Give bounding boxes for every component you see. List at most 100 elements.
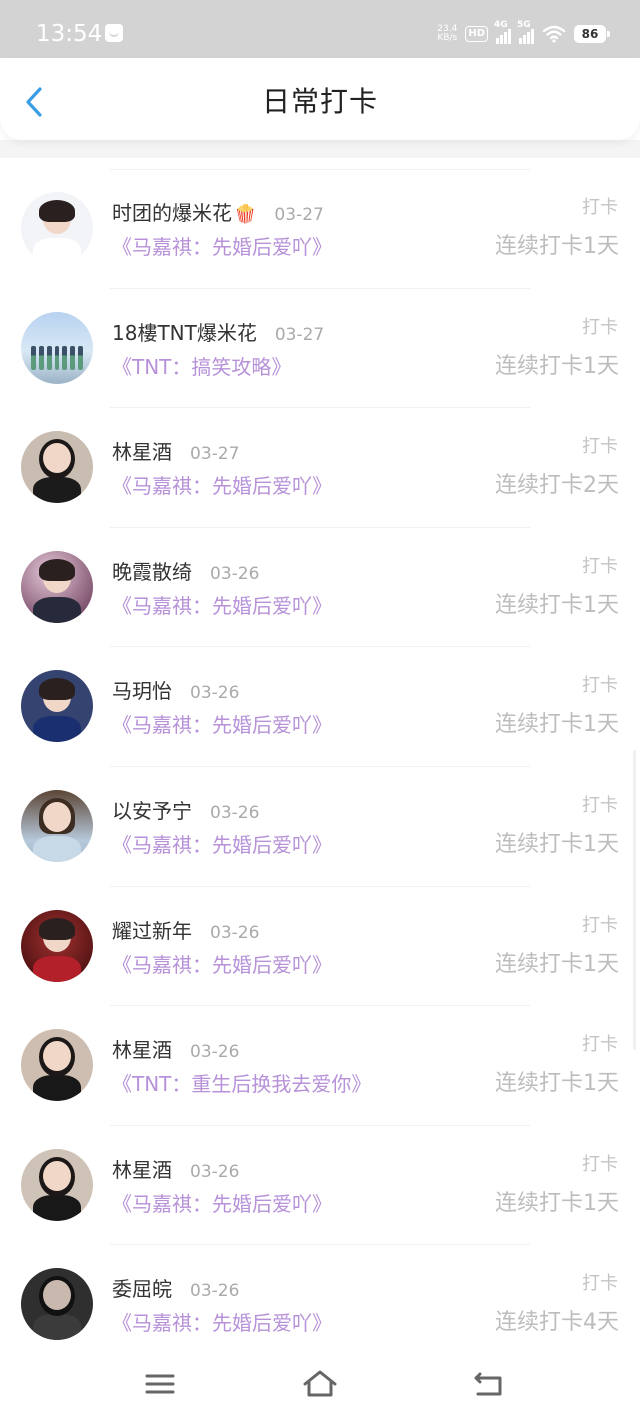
- list-item[interactable]: 林星酒 03-26 《马嘉祺：先婚后爱吖》 打卡 连续打卡1天: [0, 1126, 640, 1246]
- checkin-date: 03-26: [190, 683, 240, 704]
- book-title-link[interactable]: 《马嘉祺：先婚后爱吖》: [112, 831, 332, 859]
- book-title-link[interactable]: 《马嘉祺：先婚后爱吖》: [112, 233, 332, 261]
- avatar[interactable]: [21, 192, 93, 264]
- checkin-button[interactable]: 打卡: [582, 793, 618, 819]
- user-line: 委屈皖 03-26: [112, 1275, 239, 1305]
- streak-label: 连续打卡1天: [495, 592, 619, 618]
- network-speed-unit: KB/s: [437, 33, 458, 43]
- hd-voice-icon: HD: [465, 26, 488, 42]
- list-item[interactable]: 18樓TNT爆米花 03-27 《TNT：搞笑攻略》 打卡 连续打卡1天: [0, 289, 640, 409]
- user-line: 晚霞散绮 03-26: [112, 558, 259, 588]
- checkin-date: 03-26: [190, 1281, 240, 1302]
- scrollbar[interactable]: [633, 750, 636, 1050]
- book-title-link[interactable]: 《马嘉祺：先婚后爱吖》: [112, 1190, 332, 1218]
- checkin-button[interactable]: 打卡: [582, 554, 618, 580]
- list-item[interactable]: 委屈皖 03-26 《马嘉祺：先婚后爱吖》 打卡 连续打卡4天: [0, 1245, 640, 1365]
- checkin-date: 03-26: [210, 563, 260, 584]
- book-title-link[interactable]: 《马嘉祺：先婚后爱吖》: [112, 472, 332, 500]
- streak-label: 连续打卡1天: [495, 1190, 619, 1216]
- signal-5g-icon: 5G: [517, 20, 534, 44]
- avatar[interactable]: [21, 550, 93, 623]
- streak-label: 连续打卡1天: [495, 1071, 619, 1097]
- book-title-link[interactable]: 《马嘉祺：先婚后爱吖》: [112, 951, 332, 979]
- page-header: 日常打卡: [0, 58, 640, 140]
- checkin-date: 03-26: [190, 1042, 240, 1063]
- checkin-button[interactable]: 打卡: [582, 434, 618, 460]
- user-line: 林星酒 03-26: [112, 1156, 239, 1186]
- avatar[interactable]: [21, 909, 93, 982]
- avatar[interactable]: [21, 789, 93, 862]
- user-name[interactable]: 林星酒: [112, 1036, 172, 1064]
- status-bar: 13:54 23.4 KB/s HD 4G 5G 86: [0, 0, 640, 58]
- avatar[interactable]: [21, 670, 93, 743]
- checkin-date: 03-27: [190, 444, 240, 465]
- user-name[interactable]: 时团的爆米花: [112, 199, 232, 227]
- popcorn-emoji: 🍿: [234, 204, 257, 225]
- book-title-link[interactable]: 《马嘉祺：先婚后爱吖》: [112, 1309, 332, 1337]
- checkin-button[interactable]: 打卡: [582, 1032, 618, 1058]
- checkin-button[interactable]: 打卡: [582, 315, 618, 341]
- user-name[interactable]: 林星酒: [112, 438, 172, 466]
- streak-label: 连续打卡2天: [495, 473, 619, 499]
- list-item[interactable]: 林星酒 03-27 《马嘉祺：先婚后爱吖》 打卡 连续打卡2天: [0, 408, 640, 528]
- signal-5g-label: 5G: [517, 20, 531, 30]
- menu-icon[interactable]: [140, 1368, 180, 1400]
- user-line: 耀过新年 03-26: [112, 917, 259, 947]
- user-name[interactable]: 以安予宁: [112, 797, 192, 825]
- avatar[interactable]: [21, 1148, 93, 1221]
- return-icon[interactable]: [468, 1368, 508, 1400]
- user-name[interactable]: 林星酒: [112, 1156, 172, 1184]
- list-item[interactable]: 时团的爆米花 🍿 03-27 《马嘉祺：先婚后爱吖》 打卡 连续打卡1天: [0, 169, 640, 289]
- checkin-date: 03-26: [210, 802, 260, 823]
- streak-label: 连续打卡4天: [495, 1310, 619, 1336]
- user-name[interactable]: 18樓TNT爆米花: [112, 319, 257, 347]
- list-item[interactable]: 马玥怡 03-26 《马嘉祺：先婚后爱吖》 打卡 连续打卡1天: [0, 647, 640, 767]
- user-name[interactable]: 马玥怡: [112, 677, 172, 705]
- checkin-button[interactable]: 打卡: [582, 673, 618, 699]
- signal-4g-label: 4G: [494, 20, 508, 30]
- checkin-date: 03-26: [210, 922, 260, 943]
- user-name[interactable]: 耀过新年: [112, 917, 192, 945]
- checkin-date: 03-27: [274, 324, 325, 345]
- streak-label: 连续打卡1天: [495, 353, 619, 379]
- checkin-button[interactable]: 打卡: [582, 195, 618, 221]
- book-title-link[interactable]: 《TNT：重生后换我去爱你》: [112, 1070, 371, 1098]
- battery-icon: 86: [574, 25, 610, 43]
- streak-label: 连续打卡1天: [495, 951, 619, 977]
- checkin-date: 03-26: [190, 1161, 240, 1182]
- book-title-link[interactable]: 《马嘉祺：先婚后爱吖》: [112, 711, 332, 739]
- list-item[interactable]: 耀过新年 03-26 《马嘉祺：先婚后爱吖》 打卡 连续打卡1天: [0, 887, 640, 1007]
- page-title: 日常打卡: [261, 85, 378, 118]
- status-indicators: 23.4 KB/s HD 4G 5G 86: [437, 20, 610, 46]
- user-line: 时团的爆米花 🍿 03-27: [112, 199, 324, 229]
- streak-label: 连续打卡1天: [495, 831, 619, 857]
- user-line: 林星酒 03-26: [112, 1036, 239, 1066]
- wifi-icon: [542, 25, 566, 43]
- checkin-button[interactable]: 打卡: [582, 913, 618, 939]
- checkin-list: 时团的爆米花 🍿 03-27 《马嘉祺：先婚后爱吖》 打卡 连续打卡1天 18樓…: [0, 169, 640, 1365]
- home-icon[interactable]: [300, 1368, 340, 1400]
- list-item[interactable]: 林星酒 03-26 《TNT：重生后换我去爱你》 打卡 连续打卡1天: [0, 1006, 640, 1126]
- book-title-link[interactable]: 《TNT：搞笑攻略》: [112, 353, 291, 381]
- avatar[interactable]: [21, 311, 93, 384]
- system-nav-bar: [0, 1350, 640, 1422]
- avatar[interactable]: [21, 1029, 93, 1102]
- user-line: 马玥怡 03-26: [112, 677, 239, 707]
- user-line: 以安予宁 03-26: [112, 797, 259, 827]
- streak-label: 连续打卡1天: [495, 234, 619, 259]
- signal-4g-icon: 4G: [494, 20, 511, 44]
- user-name[interactable]: 委屈皖: [112, 1275, 172, 1303]
- user-line: 18樓TNT爆米花 03-27: [112, 319, 324, 349]
- network-speed: 23.4 KB/s: [437, 25, 457, 43]
- streak-label: 连续打卡1天: [495, 712, 619, 738]
- list-item[interactable]: 晚霞散绮 03-26 《马嘉祺：先婚后爱吖》 打卡 连续打卡1天: [0, 528, 640, 648]
- status-time: 13:54: [36, 21, 103, 47]
- avatar[interactable]: [21, 1268, 93, 1341]
- avatar[interactable]: [21, 431, 93, 504]
- checkin-button[interactable]: 打卡: [582, 1152, 618, 1178]
- user-name[interactable]: 晚霞散绮: [112, 558, 192, 586]
- list-item[interactable]: 以安予宁 03-26 《马嘉祺：先婚后爱吖》 打卡 连续打卡1天: [0, 767, 640, 887]
- checkin-button[interactable]: 打卡: [582, 1271, 618, 1297]
- book-title-link[interactable]: 《马嘉祺：先婚后爱吖》: [112, 592, 332, 620]
- header-divider: [0, 140, 640, 158]
